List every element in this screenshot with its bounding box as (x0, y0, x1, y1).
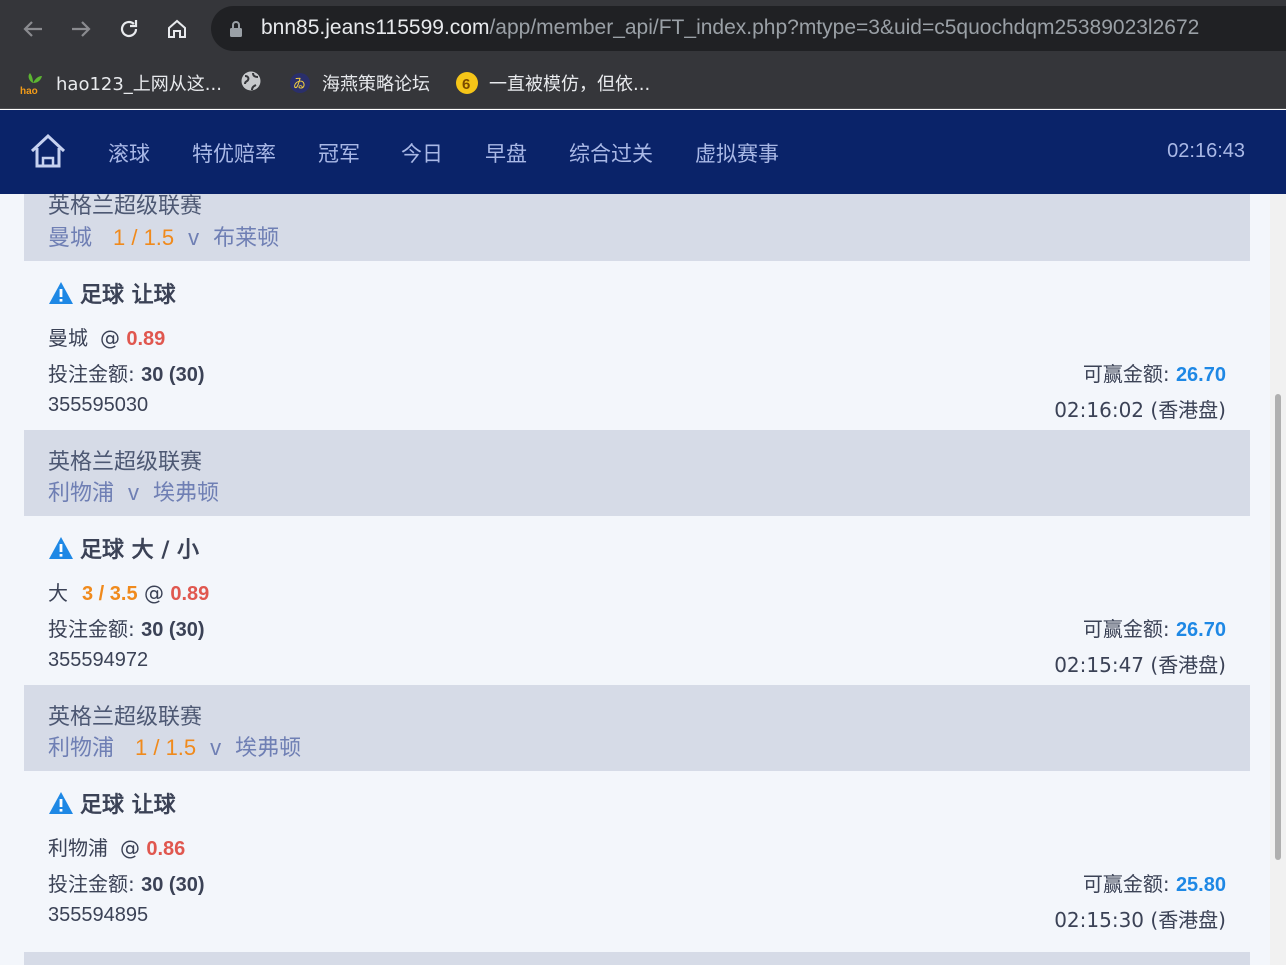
bet-market: 足球 让球 (48, 787, 176, 819)
hao123-icon: hao (20, 71, 46, 95)
bet-selection: 利物浦 @ 0.86 (48, 836, 186, 860)
match-teams: 利物浦 1 / 1.5 v 埃弗顿 (48, 735, 302, 761)
address-bar[interactable]: bnn85.jeans115599.com/app/member_api/FT_… (211, 6, 1286, 51)
match-header: 英格兰超级联赛 利物浦 1 / 1.5 v 埃弗顿 (24, 685, 1250, 771)
reload-button[interactable] (112, 12, 146, 46)
league-name: 英格兰超级联赛 (48, 194, 203, 219)
forward-button[interactable] (64, 12, 98, 46)
win-amount: 可赢金额: 26.70 (1082, 362, 1226, 386)
stake-amount: 投注金额: 30 (30) (48, 617, 205, 641)
bookmark-globe[interactable] (240, 70, 272, 92)
app-header: 滚球 特优赔率 冠军 今日 早盘 综合过关 虚拟赛事 02:16:43 (0, 110, 1286, 194)
win-amount: 可赢金额: 26.70 (1082, 617, 1226, 641)
browser-toolbar: bnn85.jeans115599.com/app/member_api/FT_… (0, 0, 1286, 58)
match-header: 英格兰超级联赛 利物浦 v 埃弗顿 (24, 430, 1250, 516)
bet-time: 02:15:47 (香港盘) (1054, 653, 1226, 677)
stake-amount: 投注金额: 30 (30) (48, 872, 205, 896)
svg-text:hao: hao (20, 86, 38, 95)
site-icon: ゐ (288, 71, 312, 95)
bet-ticket: 足球 大 / 小 大3 / 3.5 @ 0.89 投注金额: 30 (30) 可… (24, 516, 1250, 685)
ticket-id: 355594895 (48, 904, 149, 926)
globe-icon (240, 70, 262, 92)
scrollbar-thumb[interactable] (1275, 394, 1281, 860)
bookmark-imitated[interactable]: 6 一直被模仿，但依... (455, 70, 650, 96)
nav-champion[interactable]: 冠军 (318, 138, 360, 168)
number6-icon: 6 (455, 71, 479, 95)
league-name: 英格兰超级联赛 (48, 450, 203, 475)
bet-ticket: 足球 让球 利物浦 @ 0.86 投注金额: 30 (30) 可赢金额: 25.8… (24, 771, 1250, 952)
bet-ticket: 足球 让球 曼城 @ 0.89 投注金额: 30 (30) 可赢金额: 26.70… (24, 261, 1250, 430)
match-header: 英格兰超级联赛 曼城 1 / 1.5 v 布莱顿 (24, 194, 1250, 261)
bet-history-list[interactable]: 英格兰超级联赛 曼城 1 / 1.5 v 布莱顿 足球 让球 曼城 @ 0.89 投注… (0, 194, 1286, 965)
back-arrow-icon (23, 21, 42, 37)
bookmark-haiyan[interactable]: ゐ 海燕策略论坛 (288, 70, 430, 96)
back-button[interactable] (16, 12, 50, 46)
warning-icon (48, 281, 74, 305)
home-icon[interactable] (29, 132, 67, 170)
nav-special-odds[interactable]: 特优赔率 (192, 138, 276, 168)
bookmark-hao123[interactable]: hao hao123_上网从这... (20, 70, 222, 96)
ticket-id: 355594972 (48, 649, 149, 671)
bet-time: 02:15:30 (香港盘) (1054, 908, 1226, 932)
match-header (24, 952, 1250, 965)
svg-text:6: 6 (462, 76, 470, 93)
svg-text:ゐ: ゐ (293, 77, 306, 92)
bet-time: 02:16:02 (香港盘) (1054, 398, 1226, 422)
nav-virtual[interactable]: 虚拟赛事 (695, 138, 779, 168)
bookmarks-bar: hao hao123_上网从这... ゐ 海燕策略论坛 6 一直被模仿，但依..… (0, 58, 1286, 109)
scrollbar[interactable] (1270, 194, 1286, 965)
server-clock: 02:16:43 (1167, 140, 1245, 162)
league-name: 英格兰超级联赛 (48, 705, 203, 730)
nav-today[interactable]: 今日 (401, 138, 443, 168)
stake-amount: 投注金额: 30 (30) (48, 362, 205, 386)
lock-icon (230, 21, 242, 37)
url-text: bnn85.jeans115599.com/app/member_api/FT_… (261, 16, 1200, 39)
home-icon (168, 19, 186, 38)
warning-icon (48, 536, 74, 560)
bet-market: 足球 让球 (48, 277, 176, 309)
reload-icon (120, 20, 138, 38)
ticket-id: 355595030 (48, 394, 149, 416)
bet-selection: 曼城 @ 0.89 (48, 326, 166, 350)
match-teams: 利物浦 v 埃弗顿 (48, 480, 220, 506)
match-teams: 曼城 1 / 1.5 v 布莱顿 (48, 225, 280, 251)
nav-parlay[interactable]: 综合过关 (569, 138, 653, 168)
nav-early[interactable]: 早盘 (485, 138, 527, 168)
bet-market: 足球 大 / 小 (48, 532, 199, 564)
nav-inplay[interactable]: 滚球 (108, 138, 150, 168)
warning-icon (48, 791, 74, 815)
win-amount: 可赢金额: 25.80 (1082, 872, 1226, 896)
home-button[interactable] (160, 12, 194, 46)
bet-selection: 大3 / 3.5 @ 0.89 (48, 581, 210, 605)
forward-arrow-icon (72, 21, 91, 37)
